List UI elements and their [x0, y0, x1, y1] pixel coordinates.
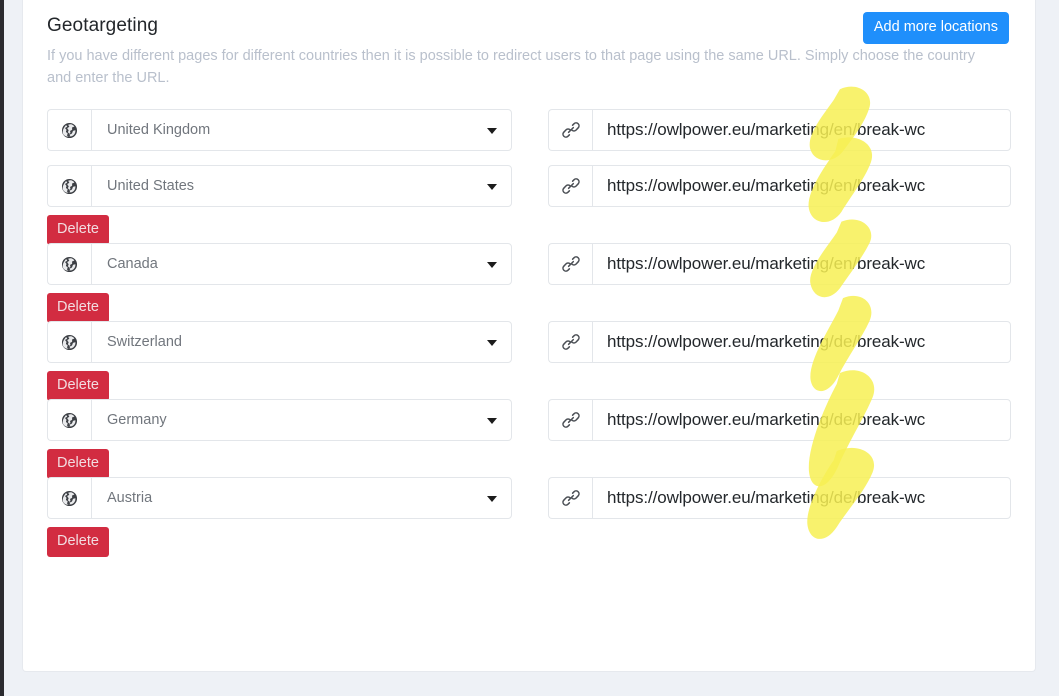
url-input-group: https://owlpower.eu/marketing/en/break-w…	[548, 243, 1011, 285]
chevron-down-icon	[487, 184, 497, 190]
geo-row: Switzerland https://owlpower.eu/marketing…	[47, 321, 1011, 401]
url-input-group: https://owlpower.eu/marketing/en/break-w…	[548, 165, 1011, 207]
globe-icon	[47, 477, 91, 519]
url-value: https://owlpower.eu/marketing/de/break-w…	[607, 410, 926, 429]
url-input[interactable]: https://owlpower.eu/marketing/de/break-w…	[592, 321, 1011, 363]
country-select[interactable]: Germany	[91, 399, 512, 441]
geo-row: United States https://owlpower.eu/marketi…	[47, 165, 1011, 245]
delete-button[interactable]: Delete	[47, 527, 109, 557]
geo-row: Germany https://owlpower.eu/marketing/de/…	[47, 399, 1011, 479]
url-input-group: https://owlpower.eu/marketing/en/break-w…	[548, 109, 1011, 151]
delete-button[interactable]: Delete	[47, 215, 109, 245]
chevron-down-icon	[487, 496, 497, 502]
link-icon	[548, 477, 592, 519]
globe-icon	[47, 321, 91, 363]
url-input[interactable]: https://owlpower.eu/marketing/en/break-w…	[592, 243, 1011, 285]
globe-icon	[47, 109, 91, 151]
globe-icon	[47, 165, 91, 207]
url-value: https://owlpower.eu/marketing/de/break-w…	[607, 488, 926, 507]
country-select-value: Austria	[107, 490, 153, 506]
globe-icon	[47, 399, 91, 441]
country-select-value: Switzerland	[107, 334, 182, 350]
geo-row: United Kingdom https://owlpower.eu/market…	[47, 109, 1011, 165]
card-header: Geotargeting If you have different pages…	[47, 12, 1011, 89]
country-select[interactable]: Switzerland	[91, 321, 512, 363]
chevron-down-icon	[487, 262, 497, 268]
geo-row: Austria https://owlpower.eu/marketing/de/…	[47, 477, 1011, 557]
link-icon	[548, 321, 592, 363]
country-select[interactable]: Canada	[91, 243, 512, 285]
url-input[interactable]: https://owlpower.eu/marketing/en/break-w…	[592, 109, 1011, 151]
url-input-group: https://owlpower.eu/marketing/de/break-w…	[548, 477, 1011, 519]
country-input-group: Canada	[47, 243, 512, 285]
geo-row: Canada https://owlpower.eu/marketing/en/b…	[47, 243, 1011, 323]
add-more-locations-button[interactable]: Add more locations	[862, 12, 1009, 44]
url-value: https://owlpower.eu/marketing/en/break-w…	[607, 120, 926, 139]
country-input-group: United Kingdom	[47, 109, 512, 151]
country-select-value: United Kingdom	[107, 122, 211, 138]
delete-button[interactable]: Delete	[47, 293, 109, 323]
country-select-value: Germany	[107, 412, 167, 428]
page-description: If you have different pages for differen…	[47, 48, 975, 86]
url-input-group: https://owlpower.eu/marketing/de/break-w…	[548, 321, 1011, 363]
chevron-down-icon	[487, 340, 497, 346]
country-input-group: Austria	[47, 477, 512, 519]
geotargeting-card: Geotargeting If you have different pages…	[22, 0, 1036, 672]
geotargeting-rows-list: United Kingdom https://owlpower.eu/market…	[47, 109, 1011, 557]
country-select[interactable]: Austria	[91, 477, 512, 519]
country-select[interactable]: United States	[91, 165, 512, 207]
link-icon	[548, 243, 592, 285]
country-select-value: United States	[107, 178, 195, 194]
url-input[interactable]: https://owlpower.eu/marketing/de/break-w…	[592, 399, 1011, 441]
url-value: https://owlpower.eu/marketing/en/break-w…	[607, 176, 926, 195]
window-left-edge	[0, 0, 4, 696]
url-input-group: https://owlpower.eu/marketing/de/break-w…	[548, 399, 1011, 441]
link-icon	[548, 399, 592, 441]
link-icon	[548, 165, 592, 207]
globe-icon	[47, 243, 91, 285]
url-value: https://owlpower.eu/marketing/en/break-w…	[607, 254, 926, 273]
country-input-group: Switzerland	[47, 321, 512, 363]
url-value: https://owlpower.eu/marketing/de/break-w…	[607, 332, 926, 351]
chevron-down-icon	[487, 128, 497, 134]
delete-button[interactable]: Delete	[47, 371, 109, 401]
country-select[interactable]: United Kingdom	[91, 109, 512, 151]
delete-button[interactable]: Delete	[47, 449, 109, 479]
link-icon	[548, 109, 592, 151]
country-input-group: United States	[47, 165, 512, 207]
delete-slot-empty	[47, 151, 1011, 165]
url-input[interactable]: https://owlpower.eu/marketing/de/break-w…	[592, 477, 1011, 519]
country-select-value: Canada	[107, 256, 158, 272]
chevron-down-icon	[487, 418, 497, 424]
url-input[interactable]: https://owlpower.eu/marketing/en/break-w…	[592, 165, 1011, 207]
country-input-group: Germany	[47, 399, 512, 441]
